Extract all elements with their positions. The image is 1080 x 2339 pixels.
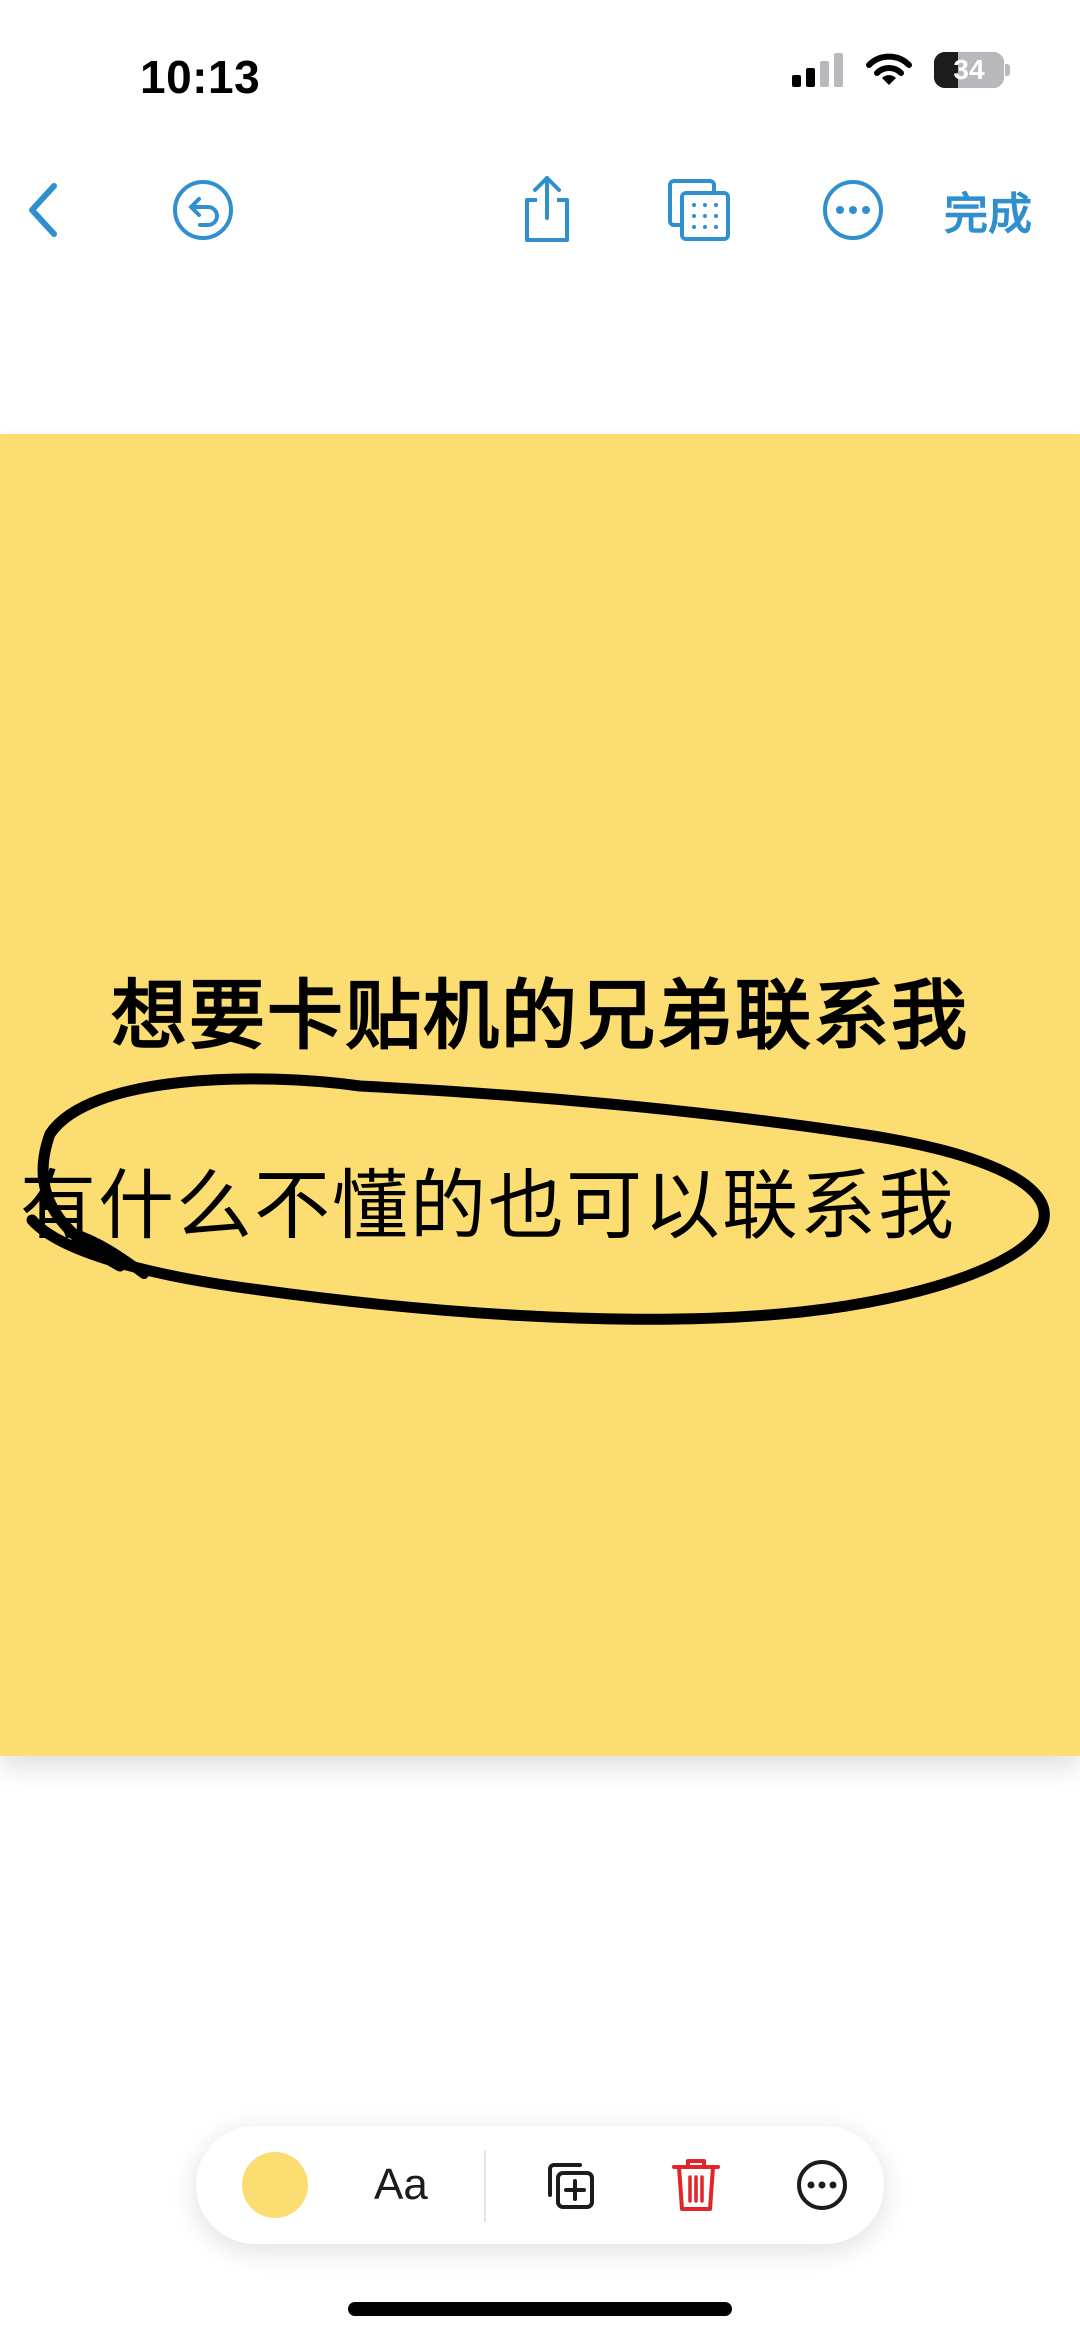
text-style-button[interactable]: Aa [374, 2156, 428, 2214]
done-button[interactable]: 完成 [944, 178, 1032, 242]
back-button[interactable] [14, 160, 74, 260]
delete-button[interactable] [664, 2153, 728, 2217]
cellular-signal-icon [792, 53, 843, 87]
toolbar-divider [484, 2150, 486, 2222]
top-toolbar [0, 160, 1080, 260]
battery-level: 34 [953, 54, 985, 85]
bottom-toolbar: Aa [196, 2126, 884, 2244]
trash-icon [672, 2159, 720, 2211]
sticky-note[interactable]: 想要卡贴机的兄弟联系我 有什么不懂的也可以联系我 [0, 434, 1080, 1756]
pages-button[interactable] [662, 160, 736, 260]
note-text-line-2: 有什么不懂的也可以联系我 [20, 1161, 956, 1250]
share-icon [525, 176, 569, 242]
more-button[interactable] [818, 160, 888, 260]
undo-button[interactable] [168, 160, 238, 260]
note-text-line-1: 想要卡贴机的兄弟联系我 [111, 971, 969, 1060]
home-indicator [348, 2302, 732, 2316]
share-button[interactable] [512, 160, 582, 260]
battery-icon: 34 [934, 52, 1010, 88]
more-icon [797, 2160, 847, 2210]
more-icon [823, 180, 883, 240]
wifi-icon [866, 53, 912, 85]
status-time: 10:13 [140, 51, 261, 103]
duplicate-icon [548, 2163, 594, 2209]
multi-page-icon [668, 179, 730, 241]
status-bar: 10:13 34 [0, 0, 1080, 150]
chevron-left-icon [29, 183, 57, 237]
status-icons: 34 [792, 52, 1010, 88]
more-options-button[interactable] [790, 2153, 854, 2217]
handwritten-circle-annotation [26, 1073, 1050, 1325]
undo-icon [173, 180, 233, 240]
color-swatch-icon[interactable] [242, 2152, 308, 2218]
duplicate-button[interactable] [538, 2153, 602, 2217]
